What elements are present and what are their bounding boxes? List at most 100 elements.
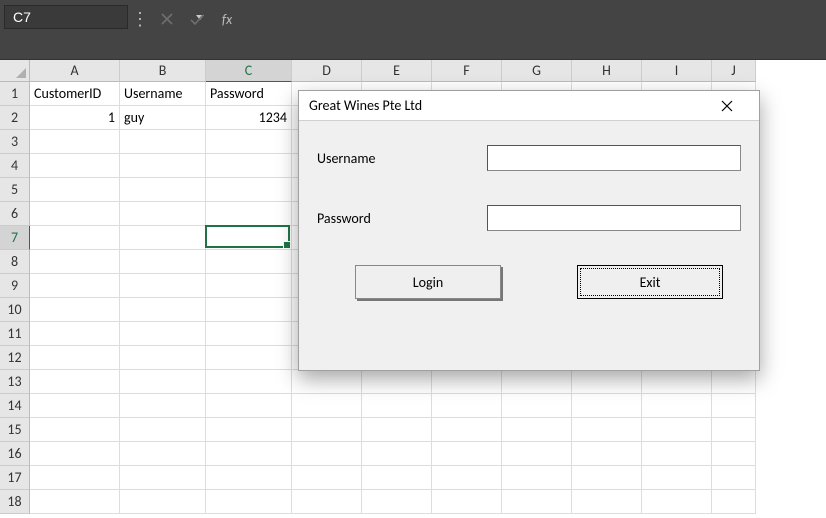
cell-C15[interactable] [206,418,292,442]
cell-C16[interactable] [206,442,292,466]
fx-icon[interactable]: fx [212,4,242,34]
cell-C3[interactable] [206,130,292,154]
cell-J13[interactable] [712,370,756,394]
cell-A15[interactable] [30,418,120,442]
cell-A4[interactable] [30,154,120,178]
column-header-E[interactable]: E [362,60,432,82]
dialog-titlebar[interactable]: Great Wines Pte Ltd [299,91,759,121]
row-header-17[interactable]: 17 [0,466,30,490]
cell-A6[interactable] [30,202,120,226]
cell-E17[interactable] [362,466,432,490]
cell-H13[interactable] [572,370,642,394]
cell-A13[interactable] [30,370,120,394]
name-box-wrap[interactable] [4,5,128,29]
cell-C7[interactable] [206,226,292,250]
cell-I17[interactable] [642,466,712,490]
cell-B3[interactable] [120,130,206,154]
cell-B16[interactable] [120,442,206,466]
cell-C12[interactable] [206,346,292,370]
cell-J16[interactable] [712,442,756,466]
row-header-3[interactable]: 3 [0,130,30,154]
password-field[interactable] [487,205,741,231]
cell-E18[interactable] [362,490,432,514]
row-headers[interactable]: 123456789101112131415161718 [0,82,30,514]
cell-D13[interactable] [292,370,362,394]
cell-B5[interactable] [120,178,206,202]
column-header-I[interactable]: I [642,60,712,82]
vertical-dots-icon[interactable]: ⋮ [128,4,152,34]
username-field[interactable] [487,145,741,171]
cell-C10[interactable] [206,298,292,322]
close-icon[interactable] [705,92,749,120]
cell-G13[interactable] [502,370,572,394]
cell-I14[interactable] [642,394,712,418]
cell-G18[interactable] [502,490,572,514]
cell-I18[interactable] [642,490,712,514]
cell-B7[interactable] [120,226,206,250]
cell-F17[interactable] [432,466,502,490]
row-header-1[interactable]: 1 [0,82,30,106]
cell-E14[interactable] [362,394,432,418]
cell-F18[interactable] [432,490,502,514]
cell-C6[interactable] [206,202,292,226]
cell-B8[interactable] [120,250,206,274]
cell-B18[interactable] [120,490,206,514]
cell-C18[interactable] [206,490,292,514]
column-headers[interactable]: ABCDEFGHIJ [30,60,756,82]
column-header-B[interactable]: B [120,60,206,82]
cell-C1[interactable]: Password [206,82,292,106]
cell-F16[interactable] [432,442,502,466]
row-header-12[interactable]: 12 [0,346,30,370]
cell-A1[interactable]: CustomerID [30,82,120,106]
login-button[interactable]: Login [355,265,501,299]
row-header-8[interactable]: 8 [0,250,30,274]
row-header-15[interactable]: 15 [0,418,30,442]
cell-D15[interactable] [292,418,362,442]
cell-I13[interactable] [642,370,712,394]
column-header-C[interactable]: C [206,60,292,82]
column-header-H[interactable]: H [572,60,642,82]
cell-F15[interactable] [432,418,502,442]
cell-E13[interactable] [362,370,432,394]
cell-H16[interactable] [572,442,642,466]
cell-A12[interactable] [30,346,120,370]
formula-input[interactable] [242,4,826,34]
cell-D18[interactable] [292,490,362,514]
cell-I15[interactable] [642,418,712,442]
cell-A17[interactable] [30,466,120,490]
cell-A3[interactable] [30,130,120,154]
cell-B6[interactable] [120,202,206,226]
cell-A8[interactable] [30,250,120,274]
cell-J17[interactable] [712,466,756,490]
row-header-11[interactable]: 11 [0,322,30,346]
cell-B17[interactable] [120,466,206,490]
cell-B4[interactable] [120,154,206,178]
cell-C5[interactable] [206,178,292,202]
cell-G16[interactable] [502,442,572,466]
cell-F14[interactable] [432,394,502,418]
cell-A9[interactable] [30,274,120,298]
column-header-J[interactable]: J [712,60,756,82]
cell-A10[interactable] [30,298,120,322]
cell-C13[interactable] [206,370,292,394]
cell-A16[interactable] [30,442,120,466]
cell-G15[interactable] [502,418,572,442]
cell-A18[interactable] [30,490,120,514]
cell-A14[interactable] [30,394,120,418]
row-header-7[interactable]: 7 [0,226,30,250]
cell-C17[interactable] [206,466,292,490]
row-header-16[interactable]: 16 [0,442,30,466]
cell-J18[interactable] [712,490,756,514]
row-header-2[interactable]: 2 [0,106,30,130]
cell-B14[interactable] [120,394,206,418]
row-header-13[interactable]: 13 [0,370,30,394]
cell-B9[interactable] [120,274,206,298]
row-header-5[interactable]: 5 [0,178,30,202]
row-header-6[interactable]: 6 [0,202,30,226]
cell-C8[interactable] [206,250,292,274]
column-header-D[interactable]: D [292,60,362,82]
select-all-corner[interactable] [0,60,30,82]
cell-A7[interactable] [30,226,120,250]
cell-B1[interactable]: Username [120,82,206,106]
cell-A2[interactable]: 1 [30,106,120,130]
